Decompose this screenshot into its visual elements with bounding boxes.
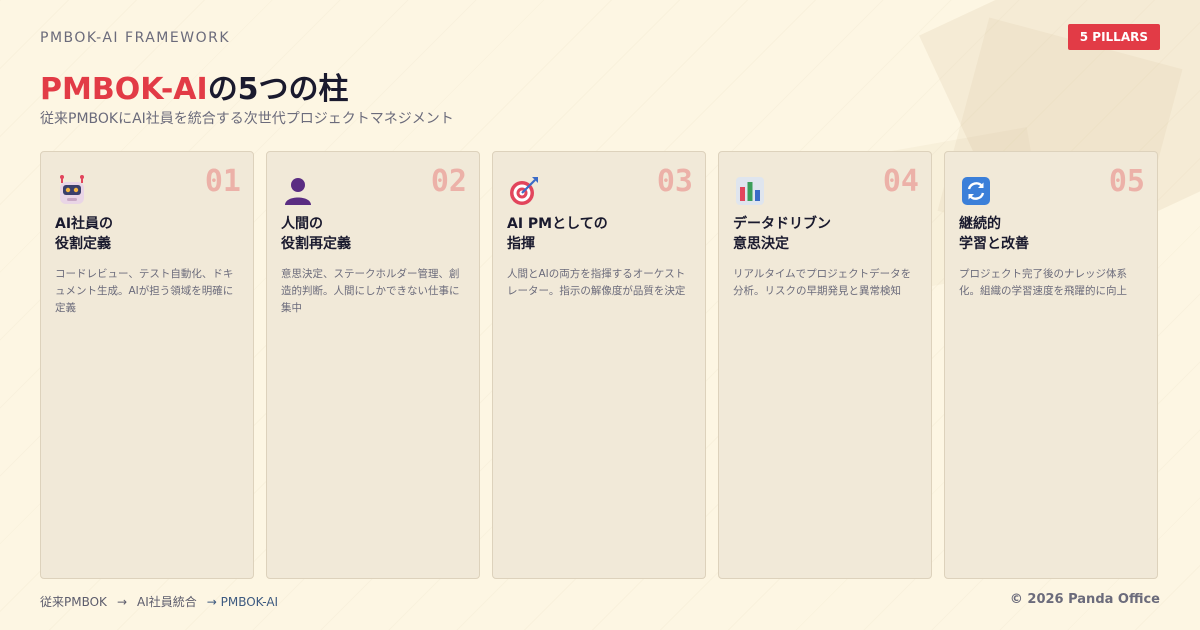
title-rest: の5つの柱 <box>207 72 349 107</box>
pillar-card-5: 05 継続的 学習と改善 プロジェクト完了後のナレッジ体系化。組織の学習速度を飛… <box>944 151 1158 579</box>
flow-step: AI社員統合 <box>137 595 197 609</box>
pillars-badge: 5 PILLARS <box>1067 24 1160 50</box>
page-title: PMBOK-AIの5つの柱 <box>40 64 349 108</box>
card-description: 意思決定、ステークホルダー管理、創造的判断。人間にしかできない仕事に集中 <box>281 268 460 314</box>
card-title: 継続的 学習と改善 <box>959 216 1029 252</box>
page-subtitle: 従来PMBOKにAI社員を統合する次世代プロジェクトマネジメント <box>40 111 454 127</box>
pillar-card-1: 01 AI社員の 役割定義 コードレビュー、テスト自動化、ドキュメント生成。AI… <box>40 151 254 579</box>
card-number: 04 <box>882 164 919 199</box>
pillar-cards: 01 AI社員の 役割定義 コードレビュー、テスト自動化、ドキュメント生成。AI… <box>40 151 1158 579</box>
pillar-card-4: 04 データドリブン 意思決定 リアルタイムでプロジェクトデータを分析。リスクの… <box>718 151 932 579</box>
flow-arrow: → <box>116 594 127 609</box>
card-number: 02 <box>430 164 467 199</box>
pillar-card-2: 02 人間の 役割再定義 意思決定、ステークホルダー管理、創造的判断。人間にしか… <box>266 151 480 579</box>
flow-step: 従来PMBOK <box>40 595 107 609</box>
copyright: © 2026 Panda Office <box>1009 592 1160 607</box>
card-number: 05 <box>1108 164 1145 199</box>
card-number: 01 <box>204 164 241 199</box>
card-title: 人間の 役割再定義 <box>281 216 351 252</box>
card-title: AI社員の 役割定義 <box>55 216 114 252</box>
target-icon <box>510 177 538 205</box>
card-title: データドリブン 意思決定 <box>733 216 831 252</box>
eyebrow-label: PMBOK-AI FRAMEWORK <box>40 30 230 46</box>
refresh-icon <box>962 177 990 205</box>
card-number: 03 <box>656 164 693 199</box>
title-accent: PMBOK-AI <box>40 72 208 107</box>
robot-icon <box>60 175 84 204</box>
card-description: 人間とAIの両方を指揮するオーケストレーター。指示の解像度が品質を決定 <box>507 268 686 297</box>
card-description: コードレビュー、テスト自動化、ドキュメント生成。AIが担う領域を明確に定義 <box>55 268 234 314</box>
footer-flow: 従来PMBOK → AI社員統合 → PMBOK-AI <box>40 593 278 610</box>
flow-step: → PMBOK-AI <box>206 594 279 609</box>
card-title: AI PMとしての 指揮 <box>507 216 608 252</box>
card-description: リアルタイムでプロジェクトデータを分析。リスクの早期発見と異常検知 <box>733 268 912 297</box>
person-icon <box>285 178 311 205</box>
bar-chart-icon <box>736 177 764 205</box>
pillar-card-3: 03 AI PMとしての 指揮 人間とAIの両方を指揮するオーケストレーター。指… <box>492 151 706 579</box>
card-description: プロジェクト完了後のナレッジ体系化。組織の学習速度を飛躍的に向上 <box>959 268 1127 297</box>
